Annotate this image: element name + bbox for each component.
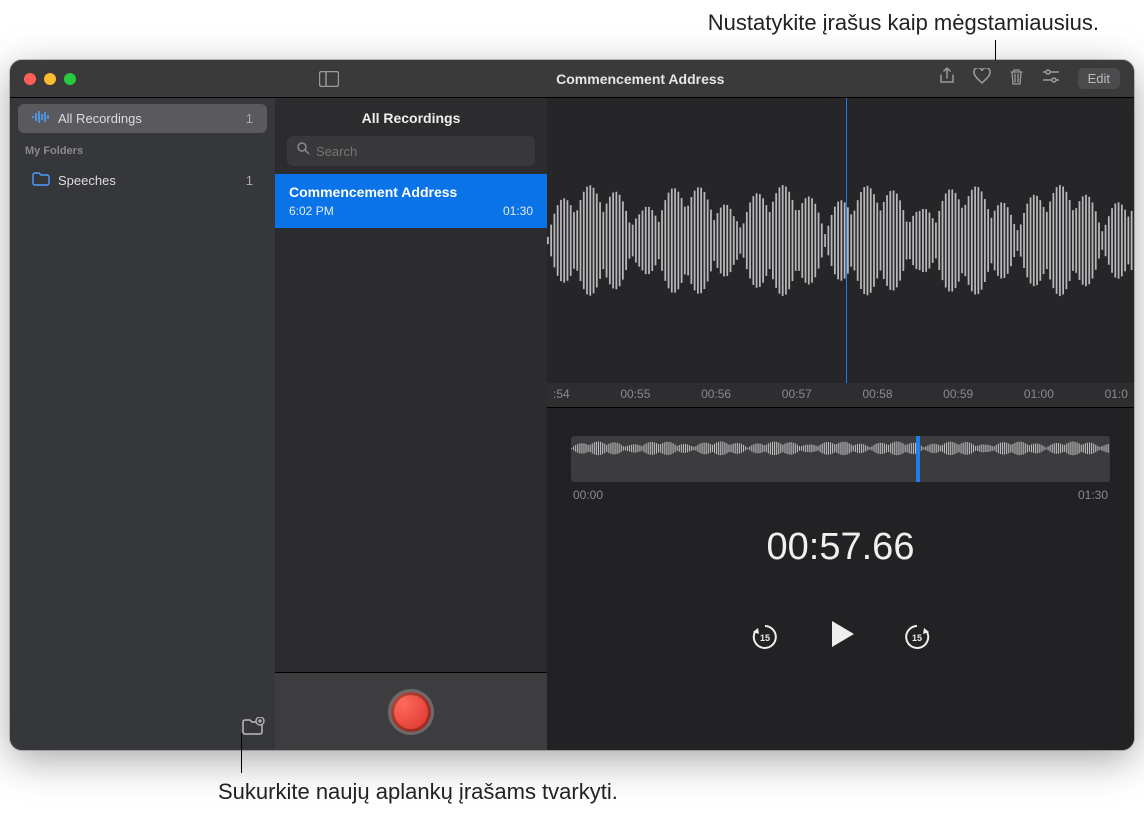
edit-button[interactable]: Edit bbox=[1078, 68, 1120, 89]
search-icon bbox=[297, 142, 310, 160]
recordings-column: All Recordings Commencement Address 6:02… bbox=[275, 98, 547, 750]
player-panel: :54 00:55 00:56 00:57 00:58 00:59 01:00 01:0 00… bbox=[547, 98, 1134, 750]
sidebar-item-all-recordings[interactable]: All Recordings 1 bbox=[18, 104, 267, 133]
settings-sliders-icon[interactable] bbox=[1042, 69, 1060, 88]
recording-duration: 01:30 bbox=[503, 204, 533, 218]
maximize-window-button[interactable] bbox=[64, 73, 76, 85]
sidebar-item-count: 1 bbox=[246, 111, 253, 126]
sidebar-item-count: 1 bbox=[246, 173, 253, 188]
time-ruler: :54 00:55 00:56 00:57 00:58 00:59 01:00 01:0 bbox=[547, 383, 1134, 407]
ruler-tick: :54 bbox=[553, 387, 570, 407]
trash-icon[interactable] bbox=[1009, 68, 1024, 90]
overview-waveform[interactable] bbox=[571, 436, 1110, 482]
ruler-tick: 00:58 bbox=[862, 387, 892, 407]
sidebar-item-label: Speeches bbox=[58, 173, 116, 188]
overview-end-time: 01:30 bbox=[1078, 488, 1108, 502]
record-button[interactable] bbox=[388, 689, 434, 735]
ruler-tick: 01:00 bbox=[1024, 387, 1054, 407]
minimize-window-button[interactable] bbox=[44, 73, 56, 85]
sidebar-item-speeches[interactable]: Speeches 1 bbox=[18, 166, 267, 195]
recording-time: 6:02 PM bbox=[289, 204, 334, 218]
sidebar-toggle-button[interactable] bbox=[316, 69, 342, 89]
sidebar: All Recordings 1 My Folders Speeches 1 bbox=[10, 98, 275, 750]
app-window: Commencement Address Edit All R bbox=[10, 60, 1134, 750]
svg-text:15: 15 bbox=[759, 633, 769, 643]
overview-playhead[interactable] bbox=[916, 436, 920, 482]
search-field[interactable] bbox=[287, 136, 535, 166]
play-button[interactable] bbox=[824, 617, 858, 656]
callout-new-folder: Sukurkite naujų aplankų įrašams tvarkyti… bbox=[218, 779, 618, 805]
record-bar bbox=[275, 672, 547, 750]
close-window-button[interactable] bbox=[24, 73, 36, 85]
overview-start-time: 00:00 bbox=[573, 488, 603, 502]
callout-line bbox=[241, 733, 242, 773]
skip-forward-15-button[interactable]: 15 bbox=[902, 622, 932, 652]
ruler-tick: 00:57 bbox=[782, 387, 812, 407]
folder-icon bbox=[32, 172, 50, 189]
current-time: 00:57.66 bbox=[547, 526, 1134, 569]
share-icon[interactable] bbox=[939, 67, 955, 90]
new-folder-button[interactable] bbox=[241, 717, 265, 740]
playhead[interactable] bbox=[846, 98, 847, 389]
recording-list-item[interactable]: Commencement Address 6:02 PM 01:30 bbox=[275, 174, 547, 228]
recordings-header: All Recordings bbox=[275, 98, 547, 136]
recording-title: Commencement Address bbox=[289, 184, 533, 200]
toolbar-right: Edit bbox=[939, 67, 1134, 90]
ruler-tick: 00:55 bbox=[620, 387, 650, 407]
ruler-tick: 01:0 bbox=[1105, 387, 1128, 407]
overview-area: 00:00 01:30 bbox=[547, 408, 1134, 502]
sidebar-section-header: My Folders bbox=[10, 135, 275, 160]
waveform-detail[interactable]: :54 00:55 00:56 00:57 00:58 00:59 01:00 01:0 bbox=[547, 98, 1134, 408]
favorite-heart-icon[interactable] bbox=[973, 68, 991, 89]
ruler-tick: 00:56 bbox=[701, 387, 731, 407]
waveform-icon bbox=[32, 110, 50, 127]
svg-text:15: 15 bbox=[911, 633, 921, 643]
titlebar: Commencement Address Edit bbox=[10, 60, 1134, 98]
window-title: Commencement Address bbox=[342, 71, 939, 87]
sidebar-item-label: All Recordings bbox=[58, 111, 142, 126]
playback-controls: 15 15 bbox=[547, 617, 1134, 656]
window-controls bbox=[10, 73, 76, 85]
search-input[interactable] bbox=[316, 144, 525, 159]
callout-favorite: Nustatykite įrašus kaip mėgstamiausius. bbox=[708, 10, 1099, 36]
skip-back-15-button[interactable]: 15 bbox=[750, 622, 780, 652]
ruler-tick: 00:59 bbox=[943, 387, 973, 407]
